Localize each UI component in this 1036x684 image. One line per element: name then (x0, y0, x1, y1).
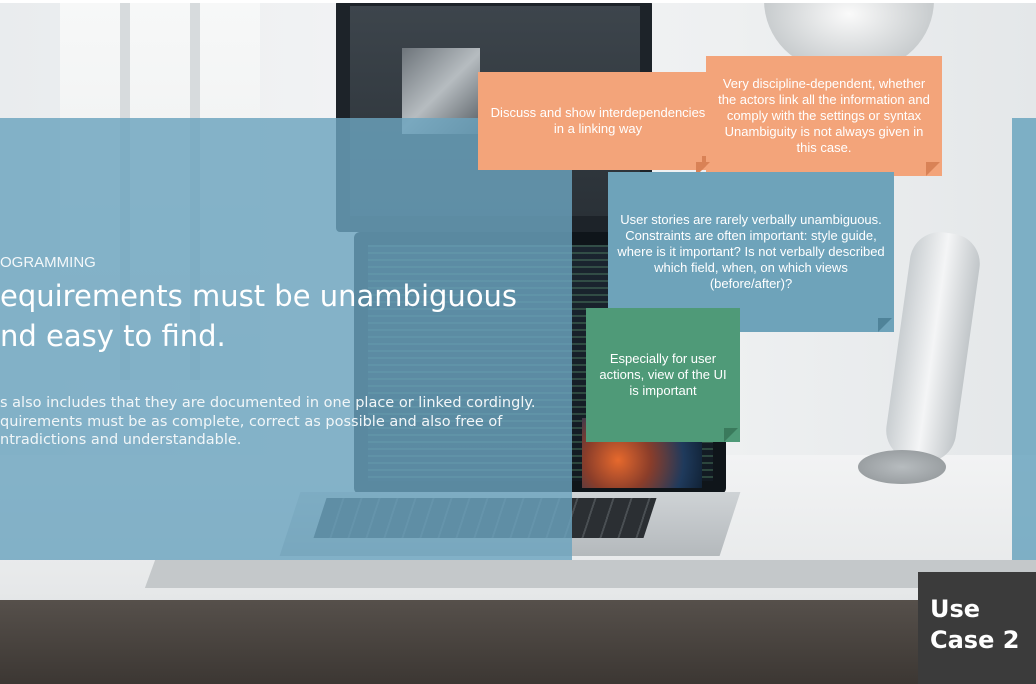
note-text: Especially for user actions, view of the… (599, 351, 727, 398)
note-fold (724, 428, 738, 442)
slide-stage: OGRAMMING equirements must be unambiguou… (0, 0, 1036, 684)
use-case-badge: Use Case 2 (918, 572, 1036, 684)
section-kicker: OGRAMMING (0, 254, 96, 271)
note-text: User stories are rarely verbally unambig… (617, 212, 885, 291)
top-frame (0, 0, 1036, 3)
badge-line: Case 2 (930, 626, 1020, 655)
note-fold (878, 318, 892, 332)
note-fold (926, 162, 940, 176)
body-paragraph: s also includes that they are documented… (0, 395, 536, 411)
bg-floor (0, 600, 1036, 684)
body-paragraph: quirements must be as complete, correct … (0, 413, 503, 449)
slide-body: s also includes that they are documented… (0, 394, 545, 450)
bg-desk-edge (144, 560, 1036, 588)
right-panel (1012, 118, 1036, 560)
bg-vase-base (858, 450, 946, 484)
note-text: Discuss and show interdependencies in a … (490, 105, 706, 136)
note-text: Very discipline-dependent, whether the a… (718, 76, 930, 155)
sticky-note-orange: Discuss and show interdependencies in a … (478, 72, 718, 170)
sticky-note-orange: Very discipline-dependent, whether the a… (696, 56, 942, 176)
badge-line: Use (930, 595, 981, 623)
sticky-note-green: Especially for user actions, view of the… (586, 308, 740, 442)
slide-headline: equirements must be unambiguous nd easy … (0, 279, 518, 354)
